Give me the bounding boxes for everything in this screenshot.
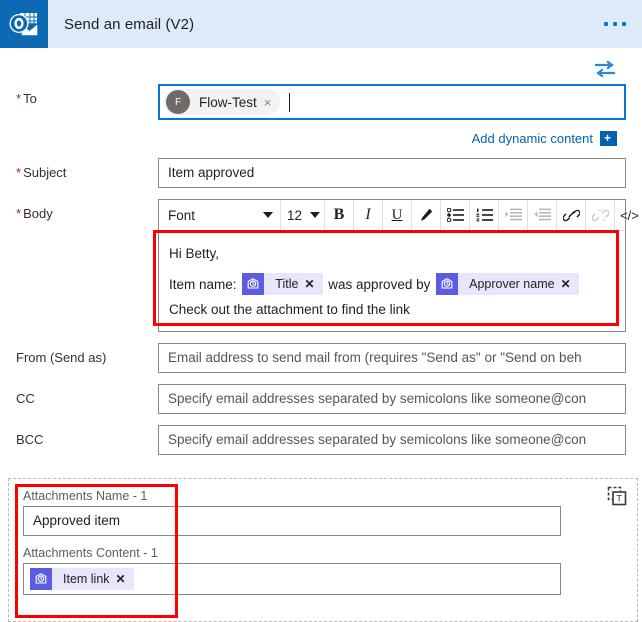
cc-label: CC [16, 384, 158, 407]
field-from: From (Send as) Email address to send mai… [16, 343, 626, 373]
attachments-content-input[interactable]: Item link ✕ [23, 563, 561, 595]
to-label: *To [16, 84, 158, 107]
chevron-down-icon [310, 212, 320, 218]
highlighter-pen-icon[interactable] [412, 200, 441, 230]
avatar: F [166, 90, 190, 114]
from-label: From (Send as) [16, 343, 158, 366]
remove-token-icon[interactable]: ✕ [304, 278, 322, 290]
add-dynamic-content-plus-icon[interactable]: + [600, 131, 617, 146]
code-view-button[interactable]: </> [615, 200, 642, 230]
token-label: Approver name [458, 272, 560, 297]
card-header: Send an email (V2) [0, 0, 642, 48]
body-text-prefix: Item name: [169, 277, 237, 292]
cc-input[interactable]: Specify email addresses separated by sem… [158, 384, 626, 414]
sharepoint-token-icon [242, 273, 264, 295]
numbered-list-icon[interactable] [470, 200, 499, 230]
swap-row [16, 48, 626, 84]
body-rich-text-editor: Font 12 B I U [158, 199, 626, 332]
attachments-content-label: Attachments Content - 1 [23, 546, 173, 561]
card-body: *To F Flow-Test × Add dynamic content + … [0, 48, 642, 455]
to-input[interactable]: F Flow-Test × [158, 84, 626, 120]
remove-token-icon[interactable]: ✕ [561, 278, 579, 290]
body-text-middle: was approved by [328, 277, 430, 292]
bulleted-list-icon[interactable] [441, 200, 470, 230]
subject-input[interactable]: Item approved [158, 158, 626, 188]
field-to: *To F Flow-Test × [16, 84, 626, 120]
outlook-icon [0, 0, 48, 48]
page-title: Send an email (V2) [64, 16, 194, 33]
remove-link-icon[interactable] [586, 200, 615, 230]
insert-link-icon[interactable] [557, 200, 586, 230]
required-asterisk: * [16, 91, 21, 106]
decrease-indent-icon[interactable] [528, 200, 557, 230]
font-size-value: 12 [287, 208, 302, 223]
field-bcc: BCC Specify email addresses separated by… [16, 425, 626, 455]
svg-text:T: T [616, 493, 622, 504]
text-caret [289, 93, 290, 112]
remove-token-icon[interactable]: ✕ [116, 573, 134, 585]
increase-indent-icon[interactable] [499, 200, 528, 230]
token-label: Item link [52, 572, 116, 586]
bcc-label: BCC [16, 425, 158, 448]
required-asterisk: * [16, 165, 21, 180]
attachments-region: T Attachments Name - 1 Approved item Att… [8, 478, 638, 622]
copy-text-icon[interactable]: T [606, 485, 628, 507]
token-label: Title [264, 272, 304, 297]
body-line-item: Item name: Title ✕ [169, 272, 615, 297]
body-editable-area[interactable]: Hi Betty, Item name: Title [159, 231, 625, 331]
body-line-greeting: Hi Betty, [169, 241, 615, 266]
attachment-content-group: Attachments Content - 1 Item link ✕ [23, 546, 623, 595]
more-options-icon[interactable] [600, 16, 630, 32]
recipient-chip[interactable]: F Flow-Test × [164, 89, 280, 115]
from-input[interactable]: Email address to send mail from (require… [158, 343, 626, 373]
chevron-down-icon [263, 212, 273, 218]
sharepoint-token-icon [436, 273, 458, 295]
underline-button[interactable]: U [383, 200, 412, 230]
body-line-attachment: Check out the attachment to find the lin… [169, 297, 615, 322]
font-family-select[interactable]: Font [159, 200, 281, 230]
dynamic-token-title[interactable]: Title ✕ [242, 273, 322, 295]
swap-arrows-icon[interactable] [593, 60, 617, 78]
attachments-name-label: Attachments Name - 1 [23, 489, 173, 504]
rte-toolbar: Font 12 B I U [159, 200, 625, 231]
field-body: *Body Font 12 B I U [16, 199, 626, 332]
font-family-value: Font [168, 208, 195, 223]
attachments-inner: T Attachments Name - 1 Approved item Att… [9, 479, 637, 595]
dynamic-token-item-link[interactable]: Item link ✕ [30, 568, 134, 590]
italic-button[interactable]: I [354, 200, 383, 230]
recipient-name: Flow-Test [190, 95, 264, 110]
add-dynamic-content-link[interactable]: Add dynamic content [472, 131, 593, 146]
subject-label: *Subject [16, 158, 158, 181]
bcc-input[interactable]: Specify email addresses separated by sem… [158, 425, 626, 455]
remove-recipient-icon[interactable]: × [264, 96, 279, 109]
required-asterisk: * [16, 206, 21, 221]
field-subject: *Subject Item approved [16, 158, 626, 188]
bold-button[interactable]: B [325, 200, 354, 230]
body-label: *Body [16, 199, 158, 222]
attachment-name-group: Attachments Name - 1 Approved item [23, 489, 623, 536]
add-dynamic-content-row: Add dynamic content + [16, 131, 626, 146]
sharepoint-token-icon [30, 568, 52, 590]
font-size-select[interactable]: 12 [281, 200, 325, 230]
field-cc: CC Specify email addresses separated by … [16, 384, 626, 414]
dynamic-token-approver[interactable]: Approver name ✕ [436, 273, 579, 295]
attachments-name-input[interactable]: Approved item [23, 506, 561, 536]
